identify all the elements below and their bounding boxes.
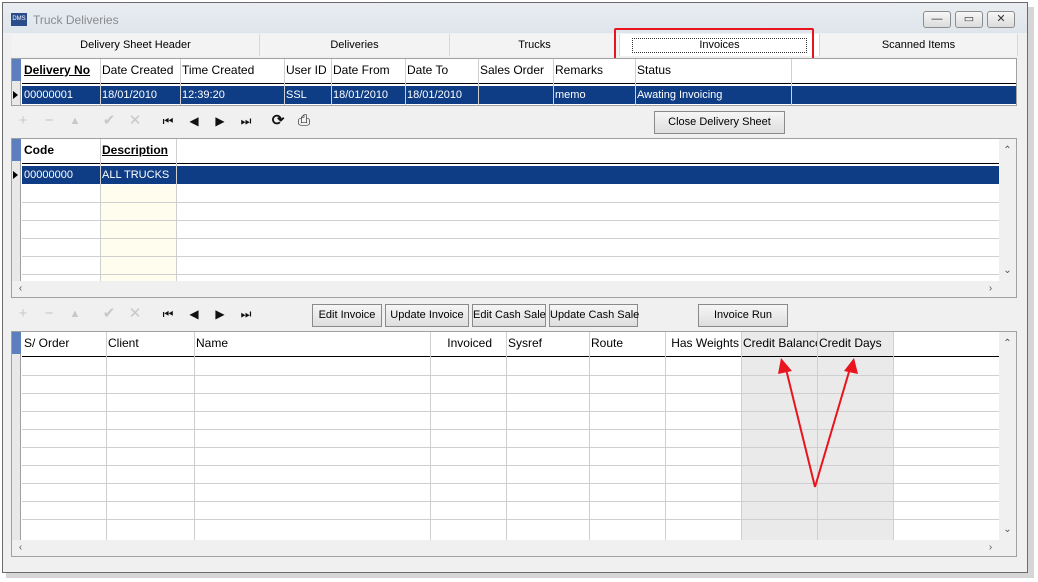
annotation-arrows xyxy=(778,358,858,488)
arrow-to-credit-days xyxy=(814,358,858,488)
arrow-to-credit-balance xyxy=(778,358,816,488)
truck-deliveries-window: DMS Truck Deliveries — ▭ ✕ Delivery Shee… xyxy=(2,2,1028,573)
